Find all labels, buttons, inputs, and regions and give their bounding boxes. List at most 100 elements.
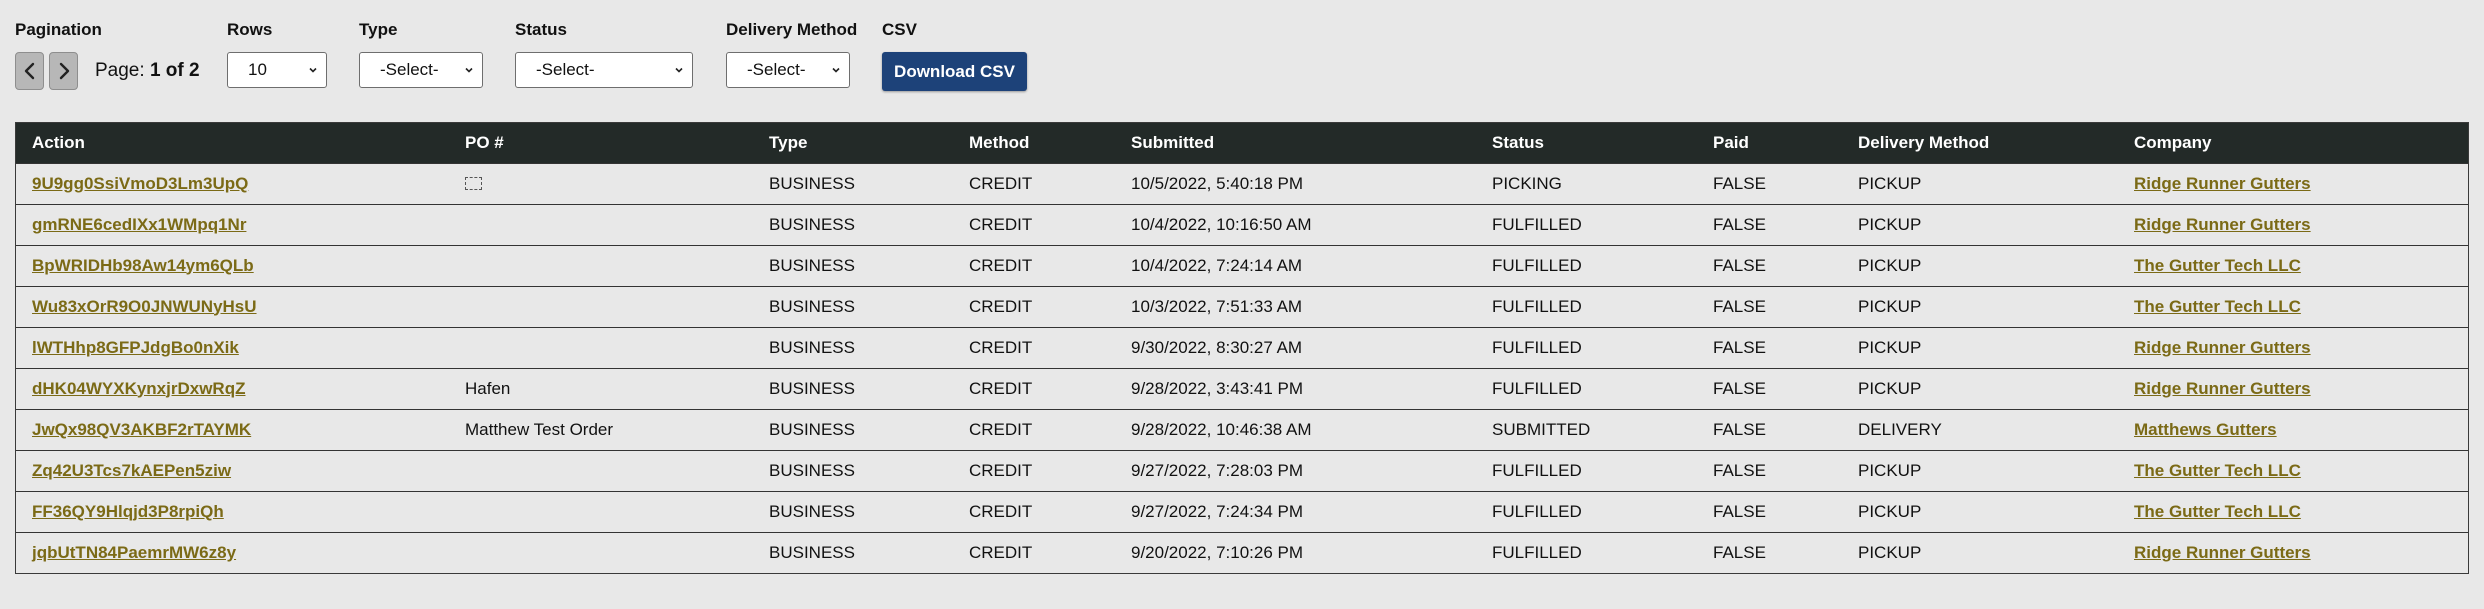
submitted-date: 10/4/2022, 7:24:14 AM: [1131, 255, 1303, 275]
order-id-link[interactable]: gmRNE6cedIXx1WMpq1Nr: [32, 215, 246, 234]
chevron-down-icon: [465, 67, 473, 73]
chevron-left-icon: [24, 62, 34, 80]
order-type: BUSINESS: [769, 214, 855, 234]
delivery-method-select[interactable]: -Select-: [726, 52, 850, 88]
paid-flag: FALSE: [1713, 542, 1766, 562]
payment-method: CREDIT: [969, 460, 1033, 480]
company-link[interactable]: Ridge Runner Gutters: [2134, 379, 2311, 398]
table-row: Zq42U3Tcs7kAEPen5ziw BUSINESS CREDIT 9/2…: [16, 450, 2468, 491]
table-row: 9U9gg0SsiVmoD3Lm3UpQ BUSINESS CREDIT 10/…: [16, 163, 2468, 204]
payment-method: CREDIT: [969, 501, 1033, 521]
pagination-group: Pagination Page: 1 of 2: [15, 20, 200, 90]
order-id-link[interactable]: dHK04WYXKynxjrDxwRqZ: [32, 379, 245, 398]
next-page-button[interactable]: [49, 52, 78, 90]
table-row: Wu83xOrR9O0JNWUNyHsU BUSINESS CREDIT 10/…: [16, 286, 2468, 327]
table-row: lWTHhp8GFPJdgBo0nXik BUSINESS CREDIT 9/3…: [16, 327, 2468, 368]
order-status: PICKING: [1492, 173, 1562, 193]
order-type: BUSINESS: [769, 378, 855, 398]
company-link[interactable]: The Gutter Tech LLC: [2134, 461, 2301, 480]
delivery-method: PICKUP: [1858, 337, 1922, 357]
table-row: dHK04WYXKynxjrDxwRqZ Hafen BUSINESS CRED…: [16, 368, 2468, 409]
po-number: [449, 491, 753, 532]
order-id-link[interactable]: 9U9gg0SsiVmoD3Lm3UpQ: [32, 174, 248, 193]
delivery-method: PICKUP: [1858, 296, 1922, 316]
order-id-link[interactable]: BpWRIDHb98Aw14ym6QLb: [32, 256, 254, 275]
company-link[interactable]: The Gutter Tech LLC: [2134, 297, 2301, 316]
paid-flag: FALSE: [1713, 296, 1766, 316]
rows-select-value: 10: [248, 60, 267, 79]
order-id-link[interactable]: lWTHhp8GFPJdgBo0nXik: [32, 338, 239, 357]
order-id-link[interactable]: JwQx98QV3AKBF2rTAYMK: [32, 420, 251, 439]
delivery-method: PICKUP: [1858, 460, 1922, 480]
paid-flag: FALSE: [1713, 337, 1766, 357]
type-select-value: -Select-: [380, 60, 439, 79]
po-number: [449, 327, 753, 368]
status-group: Status -Select-: [515, 20, 693, 88]
status-label: Status: [515, 20, 567, 39]
order-status: FULFILLED: [1492, 542, 1582, 562]
chevron-right-icon: [59, 62, 69, 80]
rows-group: Rows 10: [227, 20, 327, 88]
orders-table-container: Action PO # Type Method Submitted Status…: [15, 122, 2469, 574]
order-status: FULFILLED: [1492, 255, 1582, 275]
chevron-down-icon: [309, 67, 317, 73]
table-row: gmRNE6cedIXx1WMpq1Nr BUSINESS CREDIT 10/…: [16, 204, 2468, 245]
company-link[interactable]: Ridge Runner Gutters: [2134, 174, 2311, 193]
table-row: jqbUtTN84PaemrMW6z8y BUSINESS CREDIT 9/2…: [16, 532, 2468, 573]
delivery-method: PICKUP: [1858, 173, 1922, 193]
company-link[interactable]: Ridge Runner Gutters: [2134, 215, 2311, 234]
company-link[interactable]: Ridge Runner Gutters: [2134, 338, 2311, 357]
payment-method: CREDIT: [969, 173, 1033, 193]
payment-method: CREDIT: [969, 296, 1033, 316]
type-label: Type: [359, 20, 398, 39]
order-id-link[interactable]: jqbUtTN84PaemrMW6z8y: [32, 543, 236, 562]
delivery-method: PICKUP: [1858, 255, 1922, 275]
delivery-method-label: Delivery Method: [726, 20, 858, 39]
po-number: Hafen: [465, 378, 511, 398]
submitted-date: 10/5/2022, 5:40:18 PM: [1131, 173, 1304, 193]
table-row: FF36QY9Hlqjd3P8rpiQh BUSINESS CREDIT 9/2…: [16, 491, 2468, 532]
po-number: [449, 450, 753, 491]
filter-toolbar: Pagination Page: 1 of 2 Rows 10 Type -Se…: [0, 0, 2484, 110]
delivery-method: DELIVERY: [1858, 419, 1942, 439]
page-value: 1 of 2: [149, 60, 200, 81]
company-link[interactable]: Matthews Gutters: [2134, 420, 2277, 439]
order-id-link[interactable]: Zq42U3Tcs7kAEPen5ziw: [32, 461, 231, 480]
column-header-submitted: Submitted: [1131, 132, 1215, 152]
payment-method: CREDIT: [969, 378, 1033, 398]
po-number: [449, 286, 753, 327]
order-type: BUSINESS: [769, 173, 855, 193]
column-header-method: Method: [969, 132, 1030, 152]
paid-flag: FALSE: [1713, 214, 1766, 234]
company-link[interactable]: The Gutter Tech LLC: [2134, 502, 2301, 521]
paid-flag: FALSE: [1713, 255, 1766, 275]
csv-label: CSV: [882, 20, 917, 39]
order-type: BUSINESS: [769, 296, 855, 316]
payment-method: CREDIT: [969, 419, 1033, 439]
table-header-row: Action PO # Type Method Submitted Status…: [16, 123, 2468, 163]
company-link[interactable]: The Gutter Tech LLC: [2134, 256, 2301, 275]
order-type: BUSINESS: [769, 337, 855, 357]
table-row: JwQx98QV3AKBF2rTAYMK Matthew Test Order …: [16, 409, 2468, 450]
status-select[interactable]: -Select-: [515, 52, 693, 88]
prev-page-button[interactable]: [15, 52, 44, 90]
download-csv-button[interactable]: Download CSV: [882, 52, 1027, 91]
order-status: FULFILLED: [1492, 296, 1582, 316]
delivery-method: PICKUP: [1858, 378, 1922, 398]
company-link[interactable]: Ridge Runner Gutters: [2134, 543, 2311, 562]
order-id-link[interactable]: FF36QY9Hlqjd3P8rpiQh: [32, 502, 224, 521]
order-type: BUSINESS: [769, 419, 855, 439]
order-status: SUBMITTED: [1492, 419, 1591, 439]
column-header-delivery-method: Delivery Method: [1858, 132, 1990, 152]
delivery-method: PICKUP: [1858, 542, 1922, 562]
page-indicator: Page: 1 of 2: [95, 52, 200, 90]
order-status: FULFILLED: [1492, 460, 1582, 480]
delivery-method: PICKUP: [1858, 214, 1922, 234]
status-select-value: -Select-: [536, 60, 595, 79]
submitted-date: 10/3/2022, 7:51:33 AM: [1131, 296, 1303, 316]
type-select[interactable]: -Select-: [359, 52, 483, 88]
column-header-status: Status: [1492, 132, 1544, 152]
rows-select[interactable]: 10: [227, 52, 327, 88]
submitted-date: 9/27/2022, 7:24:34 PM: [1131, 501, 1304, 521]
order-id-link[interactable]: Wu83xOrR9O0JNWUNyHsU: [32, 297, 257, 316]
